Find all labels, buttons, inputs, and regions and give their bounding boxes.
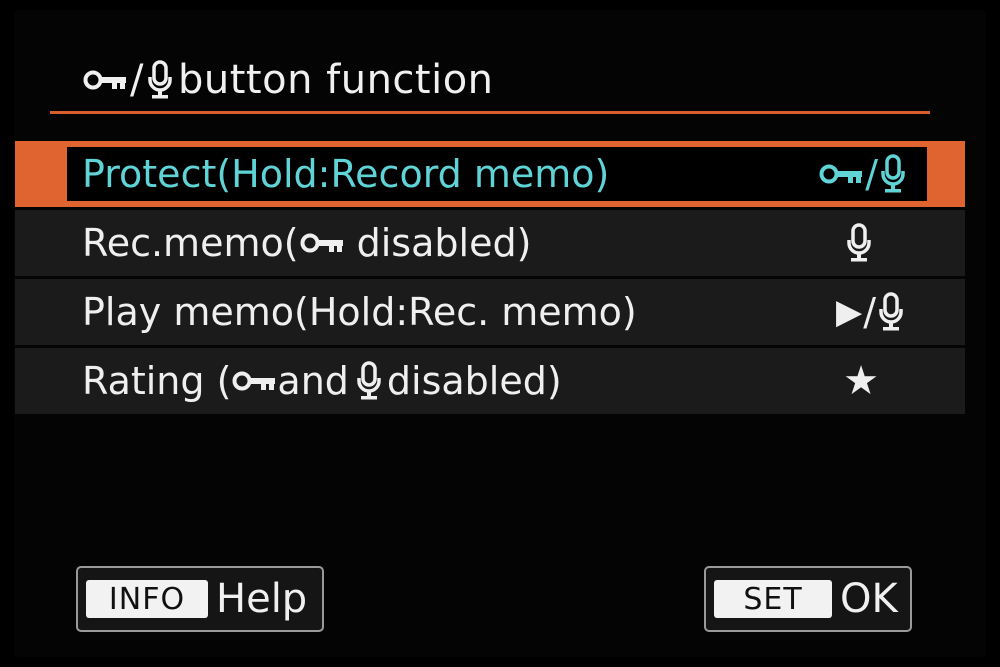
label-suffix: disabled)	[344, 221, 532, 265]
info-help-button[interactable]: INFO Help	[76, 566, 324, 632]
label-prefix: Rating (	[82, 359, 232, 403]
menu-item-label: Protect(Hold:Record memo)	[82, 152, 610, 196]
play-icon: ▶	[836, 292, 863, 332]
value-slash: /	[863, 290, 876, 334]
key-icon	[82, 68, 128, 92]
info-label: Help	[216, 576, 308, 622]
key-icon	[299, 231, 345, 255]
key-icon	[231, 369, 277, 393]
menu-item-play-memo[interactable]: Play memo(Hold:Rec. memo) ▶ /	[15, 279, 965, 345]
set-label: OK	[840, 576, 898, 622]
menu-item-rating[interactable]: Rating ( and disabled) ★	[15, 348, 965, 414]
info-key: INFO	[86, 580, 208, 618]
microphone-icon	[845, 223, 873, 263]
set-key: SET	[714, 580, 832, 618]
value-slash: /	[865, 152, 878, 196]
title-divider	[50, 111, 930, 114]
microphone-icon	[146, 60, 174, 100]
microphone-icon	[877, 292, 905, 332]
title-slash: /	[130, 57, 144, 103]
label-middle: and	[277, 359, 349, 403]
menu-item-rec-memo[interactable]: Rec.memo( disabled)	[15, 210, 965, 276]
set-ok-button[interactable]: SET OK	[704, 566, 912, 632]
menu-item-value: ▶ /	[836, 290, 905, 334]
menu-item-protect[interactable]: Protect(Hold:Record memo) /	[15, 141, 965, 207]
microphone-icon	[879, 154, 907, 194]
label-suffix: disabled)	[386, 359, 562, 403]
key-icon	[818, 162, 864, 186]
button-function-menu: Protect(Hold:Record memo) / Rec.memo(di…	[15, 141, 965, 417]
title-text: button function	[177, 57, 494, 103]
menu-item-value: ★	[843, 361, 879, 401]
menu-item-label: Rec.memo( disabled)	[82, 221, 531, 265]
microphone-icon	[355, 361, 383, 401]
star-icon: ★	[843, 358, 879, 404]
page-title: / button function	[82, 52, 494, 108]
menu-item-label: Rating ( and disabled)	[82, 359, 562, 403]
menu-item-label: Play memo(Hold:Rec. memo)	[82, 290, 637, 334]
menu-item-value: /	[818, 152, 907, 196]
label-prefix: Rec.memo(	[82, 221, 299, 265]
menu-item-value	[845, 223, 873, 263]
